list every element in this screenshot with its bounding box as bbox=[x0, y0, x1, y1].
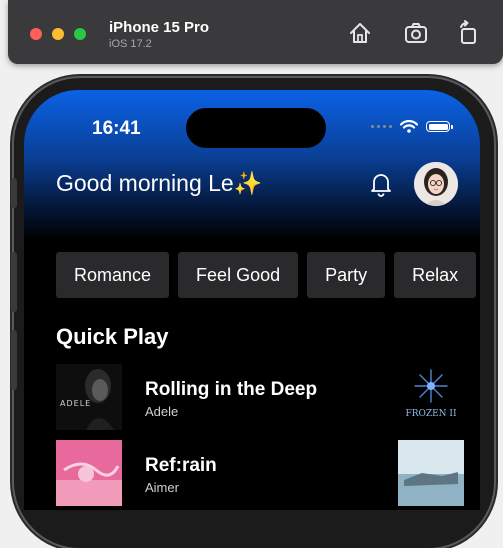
song-title: Rolling in the Deep bbox=[145, 379, 318, 400]
side-album-cover-text: FROZEN II bbox=[405, 409, 457, 419]
wifi-icon bbox=[400, 120, 418, 133]
avatar[interactable] bbox=[414, 162, 458, 206]
album-cover-text: ADELE bbox=[60, 399, 91, 408]
mood-chips: Romance Feel Good Party Relax bbox=[56, 252, 477, 298]
chip-romance[interactable]: Romance bbox=[56, 252, 170, 298]
device-os-version: iOS 17.2 bbox=[109, 38, 152, 50]
zoom-window-button[interactable] bbox=[74, 28, 86, 40]
cellular-signal-icon bbox=[371, 125, 392, 128]
action-button bbox=[11, 178, 17, 208]
chip-party[interactable]: Party bbox=[307, 252, 386, 298]
home-icon[interactable] bbox=[347, 20, 373, 46]
simulator-toolbar: iPhone 15 Pro iOS 17.2 bbox=[8, 0, 503, 64]
chip-relax[interactable]: Relax bbox=[394, 252, 477, 298]
list-item[interactable]: Ref:rain Aimer bbox=[56, 440, 466, 506]
song-title: Ref:rain bbox=[145, 455, 217, 476]
minimize-window-button[interactable] bbox=[52, 28, 64, 40]
volume-down-button bbox=[11, 330, 17, 390]
song-artist: Aimer bbox=[145, 480, 179, 495]
rotate-icon[interactable] bbox=[455, 20, 481, 46]
status-icons bbox=[371, 120, 453, 133]
close-window-button[interactable] bbox=[30, 28, 42, 40]
dynamic-island bbox=[186, 108, 326, 148]
phone-screen: 16:41 Good morning Le✨ Romance Feel Good… bbox=[24, 90, 480, 510]
screenshot-icon[interactable] bbox=[403, 20, 429, 46]
list-item[interactable]: ADELE Rolling in the Deep Adele FROZEN I… bbox=[56, 364, 466, 430]
song-artist: Adele bbox=[145, 404, 179, 419]
status-time: 16:41 bbox=[92, 118, 141, 139]
battery-icon bbox=[426, 121, 453, 132]
greeting-text: Good morning Le✨ bbox=[56, 170, 263, 196]
side-album-cover[interactable] bbox=[398, 440, 464, 506]
side-album-cover[interactable]: FROZEN II bbox=[398, 364, 464, 430]
album-cover bbox=[56, 440, 122, 506]
device-name: iPhone 15 Pro bbox=[109, 19, 210, 36]
volume-up-button bbox=[11, 252, 17, 312]
section-title: Quick Play bbox=[56, 324, 169, 349]
chip-feel-good[interactable]: Feel Good bbox=[178, 252, 299, 298]
bell-icon[interactable] bbox=[368, 170, 394, 198]
album-cover: ADELE bbox=[56, 364, 122, 430]
